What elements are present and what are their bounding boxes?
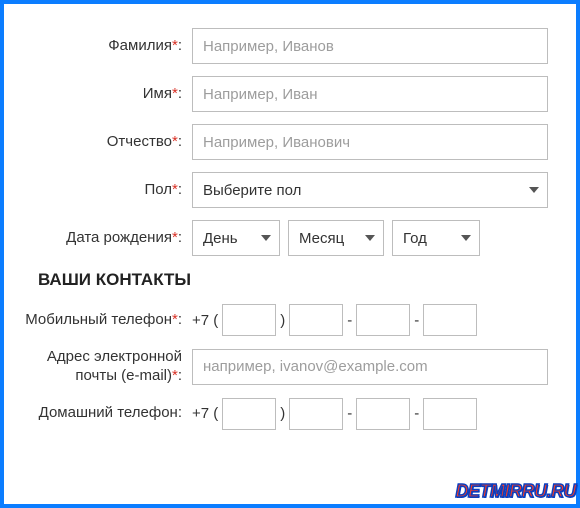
mobile-part3-input[interactable] [423, 304, 477, 336]
gender-select[interactable]: Выберите пол [192, 172, 548, 208]
gender-selected: Выберите пол [203, 182, 301, 199]
row-gender: Пол*: Выберите пол [20, 172, 548, 208]
required-mark: * [172, 85, 178, 102]
birth-month-value: Месяц [299, 230, 344, 247]
phone-close-paren: ) [280, 312, 285, 329]
required-mark: * [172, 367, 178, 384]
firstname-input[interactable] [192, 76, 548, 112]
label-text: Мобильный телефон [25, 311, 172, 328]
birth-year-select[interactable]: Год [392, 220, 480, 256]
birth-month-select[interactable]: Месяц [288, 220, 384, 256]
row-firstname: Имя*: [20, 76, 548, 112]
row-email: Адрес электронной почты (e-mail)*: [20, 348, 548, 386]
phone-dash: - [347, 312, 352, 329]
label-text: Имя [143, 85, 172, 102]
form-frame: Фамилия*: Имя*: Отчество*: Пол*: Выберит… [0, 0, 580, 508]
watermark: DETMIRRU.RU [456, 481, 577, 502]
birth-day-select[interactable]: День [192, 220, 280, 256]
contacts-title: ВАШИ КОНТАКТЫ [38, 270, 548, 290]
label-text: Пол [144, 181, 172, 198]
label-email: Адрес электронной почты (e-mail)*: [20, 348, 192, 386]
home-part2-input[interactable] [356, 398, 410, 430]
email-input[interactable] [192, 349, 548, 385]
lastname-input[interactable] [192, 28, 548, 64]
label-lastname: Фамилия*: [20, 37, 192, 56]
home-code-input[interactable] [222, 398, 276, 430]
row-home-phone: Домашний телефон: +7 ( ) - - [20, 398, 548, 430]
label-text: Домашний телефон [39, 404, 178, 421]
label-patronymic: Отчество*: [20, 133, 192, 152]
row-patronymic: Отчество*: [20, 124, 548, 160]
phone-dash: - [414, 312, 419, 329]
colon: : [178, 404, 182, 421]
required-mark: * [172, 133, 178, 150]
label-mobile: Мобильный телефон*: [20, 311, 192, 330]
home-part1-input[interactable] [289, 398, 343, 430]
birth-year-value: Год [403, 230, 427, 247]
required-mark: * [172, 37, 178, 54]
chevron-down-icon [529, 187, 539, 193]
label-firstname: Имя*: [20, 85, 192, 104]
phone-dash: - [414, 405, 419, 422]
label-text: Отчество [107, 133, 172, 150]
chevron-down-icon [461, 235, 471, 241]
label-home-phone: Домашний телефон: [20, 404, 192, 423]
row-lastname: Фамилия*: [20, 28, 548, 64]
label-text: Фамилия [108, 37, 172, 54]
birth-day-value: День [203, 230, 238, 247]
row-birthdate: Дата рождения*: День Месяц Год [20, 220, 548, 256]
phone-prefix: +7 ( [192, 312, 218, 329]
phone-dash: - [347, 405, 352, 422]
label-birthdate: Дата рождения*: [20, 229, 192, 248]
required-mark: * [172, 311, 178, 328]
chevron-down-icon [365, 235, 375, 241]
label-gender: Пол*: [20, 181, 192, 200]
required-mark: * [172, 181, 178, 198]
mobile-code-input[interactable] [222, 304, 276, 336]
label-text: Дата рождения [66, 229, 172, 246]
phone-prefix: +7 ( [192, 405, 218, 422]
mobile-part2-input[interactable] [356, 304, 410, 336]
home-part3-input[interactable] [423, 398, 477, 430]
phone-close-paren: ) [280, 405, 285, 422]
chevron-down-icon [261, 235, 271, 241]
mobile-part1-input[interactable] [289, 304, 343, 336]
required-mark: * [172, 229, 178, 246]
label-text: Адрес электронной почты (e-mail) [47, 348, 182, 384]
row-mobile: Мобильный телефон*: +7 ( ) - - [20, 304, 548, 336]
patronymic-input[interactable] [192, 124, 548, 160]
